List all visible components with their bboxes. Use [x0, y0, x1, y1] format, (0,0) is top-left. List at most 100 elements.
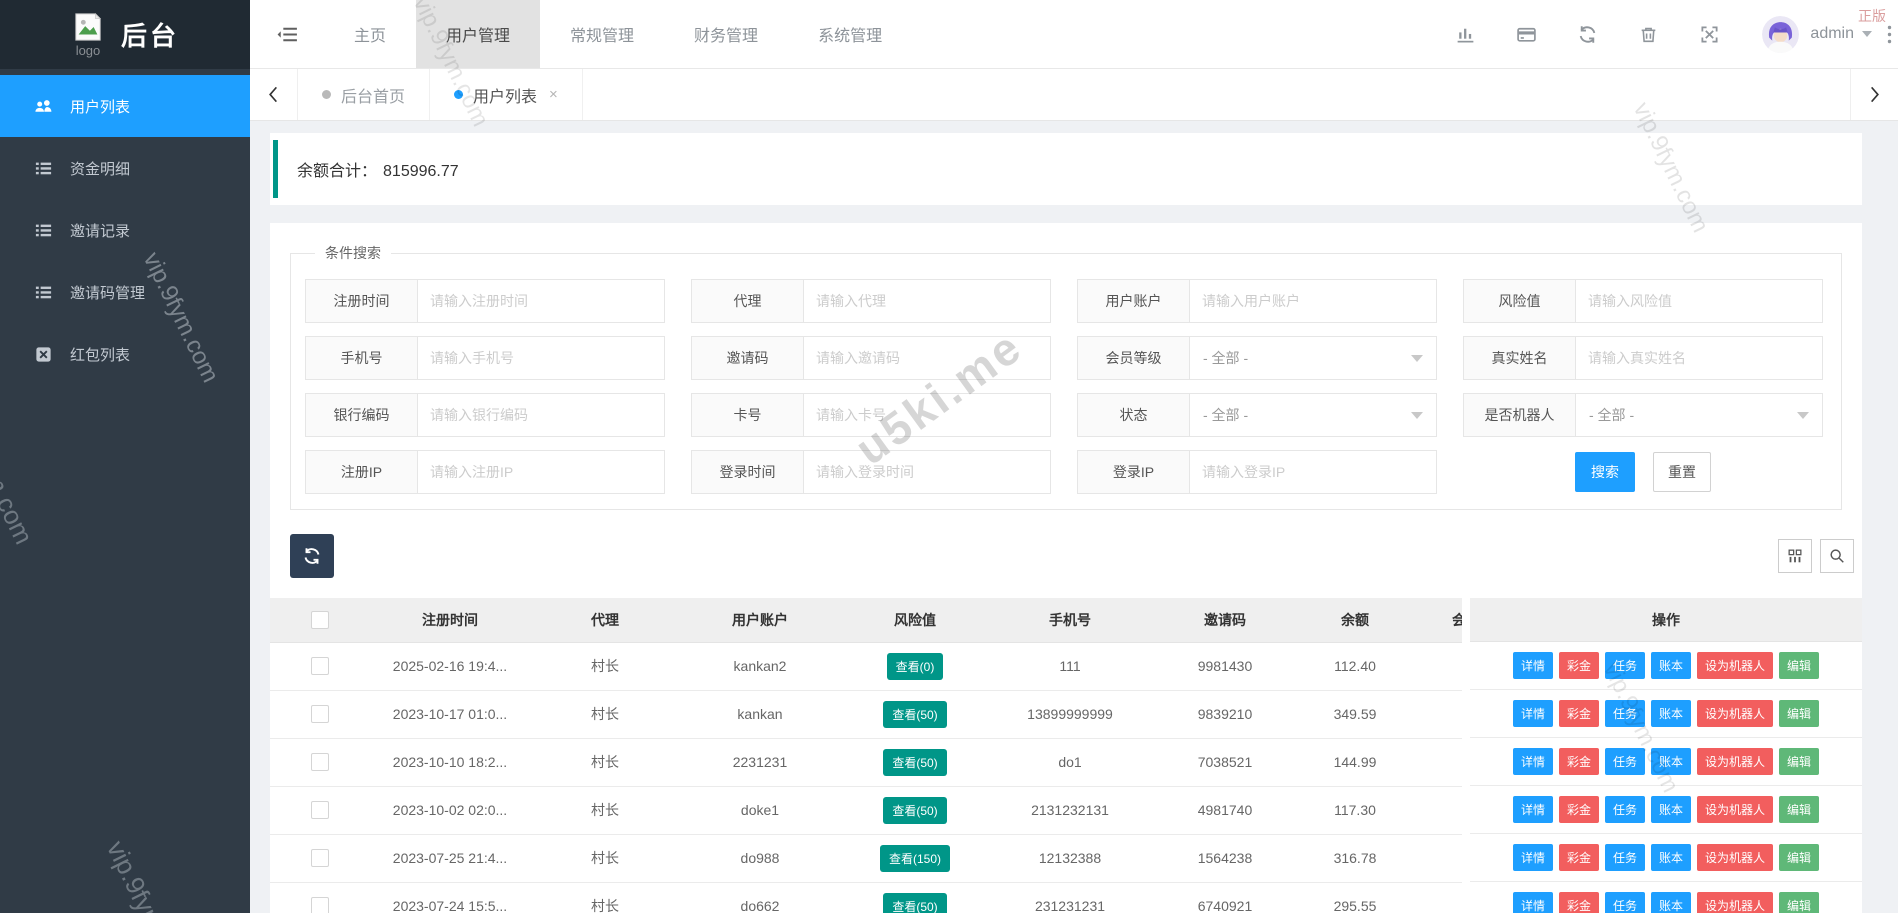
search-fieldset: 条件搜索 注册时间代理用户账户风险值手机号邀请码会员等级- 全部 -真实姓名银行…	[290, 243, 1842, 510]
sidebar-toggle-icon[interactable]	[250, 0, 324, 68]
user-menu[interactable]: admin	[1810, 25, 1854, 43]
sidebar-item-invite-codes[interactable]: 邀请码管理	[0, 261, 250, 323]
op-info-button[interactable]: 账本	[1651, 748, 1691, 775]
op-info-button[interactable]: 账本	[1651, 892, 1691, 913]
op-info-button[interactable]: 任务	[1605, 796, 1645, 823]
risk-view-button[interactable]: 查看(50)	[883, 701, 946, 728]
balance-total: 余额合计：815996.77	[297, 157, 459, 181]
field-input[interactable]	[417, 336, 665, 380]
op-info-button[interactable]: 详情	[1513, 652, 1553, 679]
op-success-button[interactable]: 编辑	[1779, 700, 1819, 727]
sidebar-item-redpacket-list[interactable]: 红包列表	[0, 323, 250, 385]
field-input[interactable]	[1189, 450, 1437, 494]
op-info-button[interactable]: 任务	[1605, 748, 1645, 775]
risk-view-button[interactable]: 查看(150)	[880, 845, 950, 872]
avatar[interactable]	[1762, 16, 1799, 53]
logo-image: logo	[71, 12, 105, 57]
nav-menu-user-mgmt[interactable]: 用户管理	[416, 0, 540, 68]
op-success-button[interactable]: 编辑	[1779, 652, 1819, 679]
risk-view-button[interactable]: 查看(50)	[883, 797, 946, 824]
tab-用户列表[interactable]: 用户列表×	[430, 69, 583, 120]
card-icon[interactable]	[1516, 24, 1537, 45]
field-select[interactable]: - 全部 -	[1189, 393, 1437, 437]
field-input[interactable]	[1575, 336, 1823, 380]
op-danger-button[interactable]: 彩金	[1559, 652, 1599, 679]
refresh-icon[interactable]	[1577, 24, 1598, 45]
op-danger-button[interactable]: 设为机器人	[1697, 796, 1773, 823]
field-input[interactable]	[803, 279, 1051, 323]
nav-menu-general-mgmt[interactable]: 常规管理	[540, 0, 664, 68]
op-danger-button[interactable]: 设为机器人	[1697, 748, 1773, 775]
tab-close-icon[interactable]: ×	[549, 86, 558, 103]
field-input[interactable]	[417, 393, 665, 437]
op-info-button[interactable]: 详情	[1513, 844, 1553, 871]
tabs-scroll-left[interactable]	[250, 69, 298, 120]
nav-menu-finance-mgmt[interactable]: 财务管理	[664, 0, 788, 68]
op-danger-button[interactable]: 彩金	[1559, 844, 1599, 871]
op-info-button[interactable]: 详情	[1513, 796, 1553, 823]
field-select[interactable]: - 全部 -	[1575, 393, 1823, 437]
table-row-actions: 详情彩金任务账本设为机器人编辑	[1470, 834, 1862, 882]
op-info-button[interactable]: 任务	[1605, 652, 1645, 679]
search-button[interactable]: 搜索	[1575, 452, 1635, 492]
cell-account: do988	[680, 834, 840, 882]
op-info-button[interactable]: 任务	[1605, 844, 1645, 871]
row-checkbox[interactable]	[311, 801, 329, 819]
balance-summary-card: 余额合计：815996.77	[270, 133, 1862, 205]
field-input[interactable]	[803, 450, 1051, 494]
sidebar-item-invite-records[interactable]: 邀请记录	[0, 199, 250, 261]
op-success-button[interactable]: 编辑	[1779, 844, 1819, 871]
op-info-button[interactable]: 账本	[1651, 700, 1691, 727]
logo-alt-text: logo	[76, 44, 101, 57]
tabs-scroll-right[interactable]	[1850, 69, 1898, 120]
op-success-button[interactable]: 编辑	[1779, 892, 1819, 913]
op-danger-button[interactable]: 设为机器人	[1697, 892, 1773, 913]
field-input[interactable]	[417, 279, 665, 323]
risk-view-button[interactable]: 查看(50)	[883, 749, 946, 776]
nav-menu-home[interactable]: 主页	[324, 0, 416, 68]
field-input[interactable]	[1575, 279, 1823, 323]
op-danger-button[interactable]: 设为机器人	[1697, 844, 1773, 871]
nav-menu-system-mgmt[interactable]: 系统管理	[788, 0, 912, 68]
op-info-button[interactable]: 账本	[1651, 652, 1691, 679]
op-success-button[interactable]: 编辑	[1779, 748, 1819, 775]
fullscreen-icon[interactable]	[1699, 24, 1720, 45]
row-checkbox[interactable]	[311, 897, 329, 913]
row-checkbox[interactable]	[311, 753, 329, 771]
tab-后台首页[interactable]: 后台首页	[298, 69, 430, 120]
reset-button[interactable]: 重置	[1653, 452, 1711, 492]
op-info-button[interactable]: 详情	[1513, 748, 1553, 775]
row-checkbox[interactable]	[311, 705, 329, 723]
refresh-table-button[interactable]	[290, 534, 334, 578]
sidebar-item-user-list[interactable]: 用户列表	[0, 75, 250, 137]
more-menu-icon[interactable]	[1886, 24, 1896, 45]
select-all-checkbox[interactable]	[311, 611, 329, 629]
sidebar-item-fund-detail[interactable]: 资金明细	[0, 137, 250, 199]
op-info-button[interactable]: 账本	[1651, 796, 1691, 823]
field-input[interactable]	[1189, 279, 1437, 323]
row-checkbox[interactable]	[311, 849, 329, 867]
op-danger-button[interactable]: 彩金	[1559, 796, 1599, 823]
field-input[interactable]	[417, 450, 665, 494]
search-zoom-button[interactable]	[1820, 539, 1854, 573]
row-checkbox[interactable]	[311, 657, 329, 675]
risk-view-button[interactable]: 查看(0)	[887, 653, 944, 680]
field-select[interactable]: - 全部 -	[1189, 336, 1437, 380]
op-danger-button[interactable]: 设为机器人	[1697, 700, 1773, 727]
op-info-button[interactable]: 详情	[1513, 700, 1553, 727]
op-success-button[interactable]: 编辑	[1779, 796, 1819, 823]
op-info-button[interactable]: 任务	[1605, 892, 1645, 913]
op-danger-button[interactable]: 彩金	[1559, 892, 1599, 913]
op-danger-button[interactable]: 设为机器人	[1697, 652, 1773, 679]
op-danger-button[interactable]: 彩金	[1559, 700, 1599, 727]
field-input[interactable]	[803, 336, 1051, 380]
op-danger-button[interactable]: 彩金	[1559, 748, 1599, 775]
trash-icon[interactable]	[1638, 24, 1659, 45]
chart-icon[interactable]	[1455, 24, 1476, 45]
op-info-button[interactable]: 任务	[1605, 700, 1645, 727]
field-input[interactable]	[803, 393, 1051, 437]
risk-view-button[interactable]: 查看(50)	[883, 893, 946, 913]
op-info-button[interactable]: 详情	[1513, 892, 1553, 913]
op-info-button[interactable]: 账本	[1651, 844, 1691, 871]
filter-columns-button[interactable]	[1778, 539, 1812, 573]
